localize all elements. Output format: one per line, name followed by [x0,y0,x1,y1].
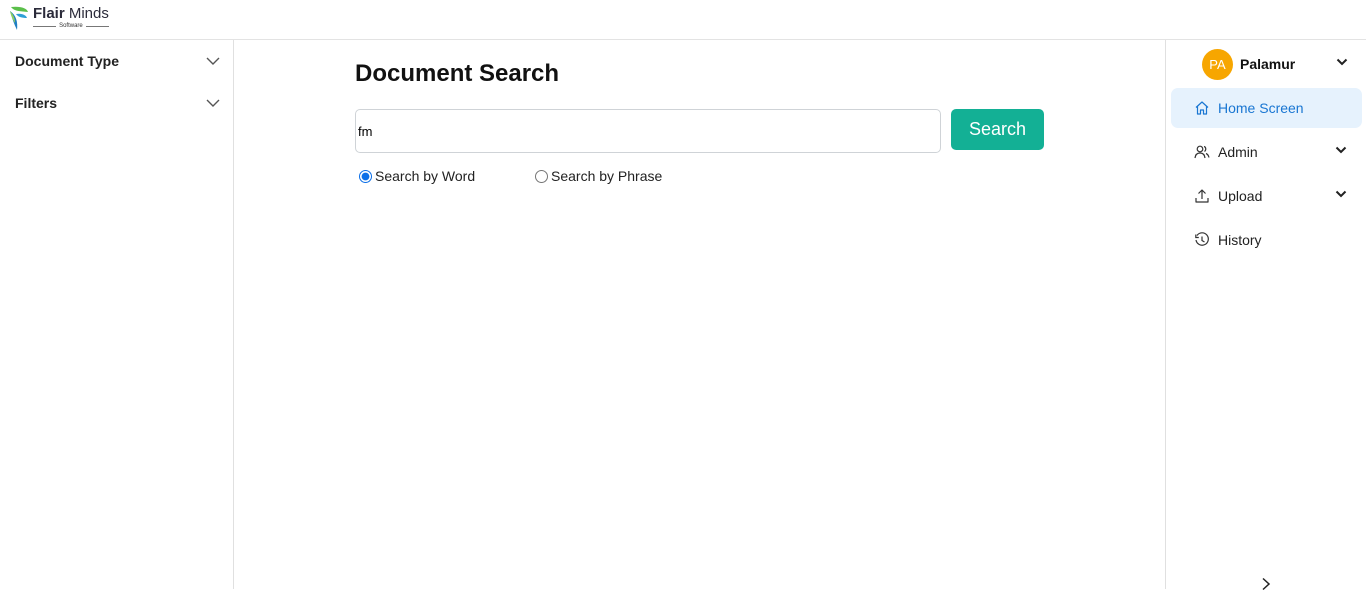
brand-wordmark: Flair Minds Software [33,6,109,30]
radio-search-by-word[interactable]: Search by Word [359,168,475,184]
home-icon [1195,101,1209,115]
main-content: Document Search Search Search by Word Se… [234,40,1165,589]
user-name: Palamur [1240,56,1296,72]
accordion-document-type[interactable]: Document Type [15,50,220,72]
search-input[interactable] [355,109,941,153]
nav-item-history[interactable]: History [1171,220,1362,260]
upload-icon [1195,189,1209,203]
radio-search-by-word-input[interactable] [359,169,372,183]
radio-search-by-phrase[interactable]: Search by Phrase [535,168,662,184]
accordion-document-type-label: Document Type [15,53,119,69]
chevron-down-icon [206,57,220,65]
nav-item-admin-label: Admin [1218,144,1258,160]
brand-logo[interactable]: Flair Minds Software [8,5,109,33]
chevron-down-icon [1336,58,1348,66]
search-button[interactable]: Search [951,109,1044,150]
nav-item-upload-label: Upload [1218,188,1263,204]
nav-item-history-label: History [1218,232,1262,248]
nav-item-home-screen-label: Home Screen [1218,100,1304,116]
nav-item-home-screen[interactable]: Home Screen [1171,88,1362,128]
chevron-down-icon [1335,146,1347,154]
radio-search-by-phrase-label: Search by Phrase [551,168,663,184]
right-nav-panel: PA Palamur Home Screen Admin Upload Hist… [1165,40,1366,591]
left-filter-panel: Document Type Filters [0,40,234,589]
user-menu[interactable]: PA Palamur [1202,48,1348,80]
admin-users-icon [1194,145,1210,159]
radio-search-by-word-label: Search by Word [375,168,476,184]
nav-item-upload[interactable]: Upload [1171,176,1362,216]
accordion-filters-label: Filters [15,95,58,111]
radio-search-by-phrase-input[interactable] [535,169,548,183]
accordion-filters[interactable]: Filters [15,92,220,114]
brand-name: Flair Minds [33,5,109,22]
chevron-down-icon [1335,190,1347,198]
history-icon [1195,232,1209,246]
brand-subtitle: Software [33,22,109,30]
top-bar: Flair Minds Software [0,0,1366,40]
nav-item-admin[interactable]: Admin [1171,132,1362,172]
avatar: PA [1202,48,1233,80]
page-title: Document Search [355,60,560,87]
chevron-down-icon [206,99,220,107]
leaf-logo-icon [10,6,28,30]
